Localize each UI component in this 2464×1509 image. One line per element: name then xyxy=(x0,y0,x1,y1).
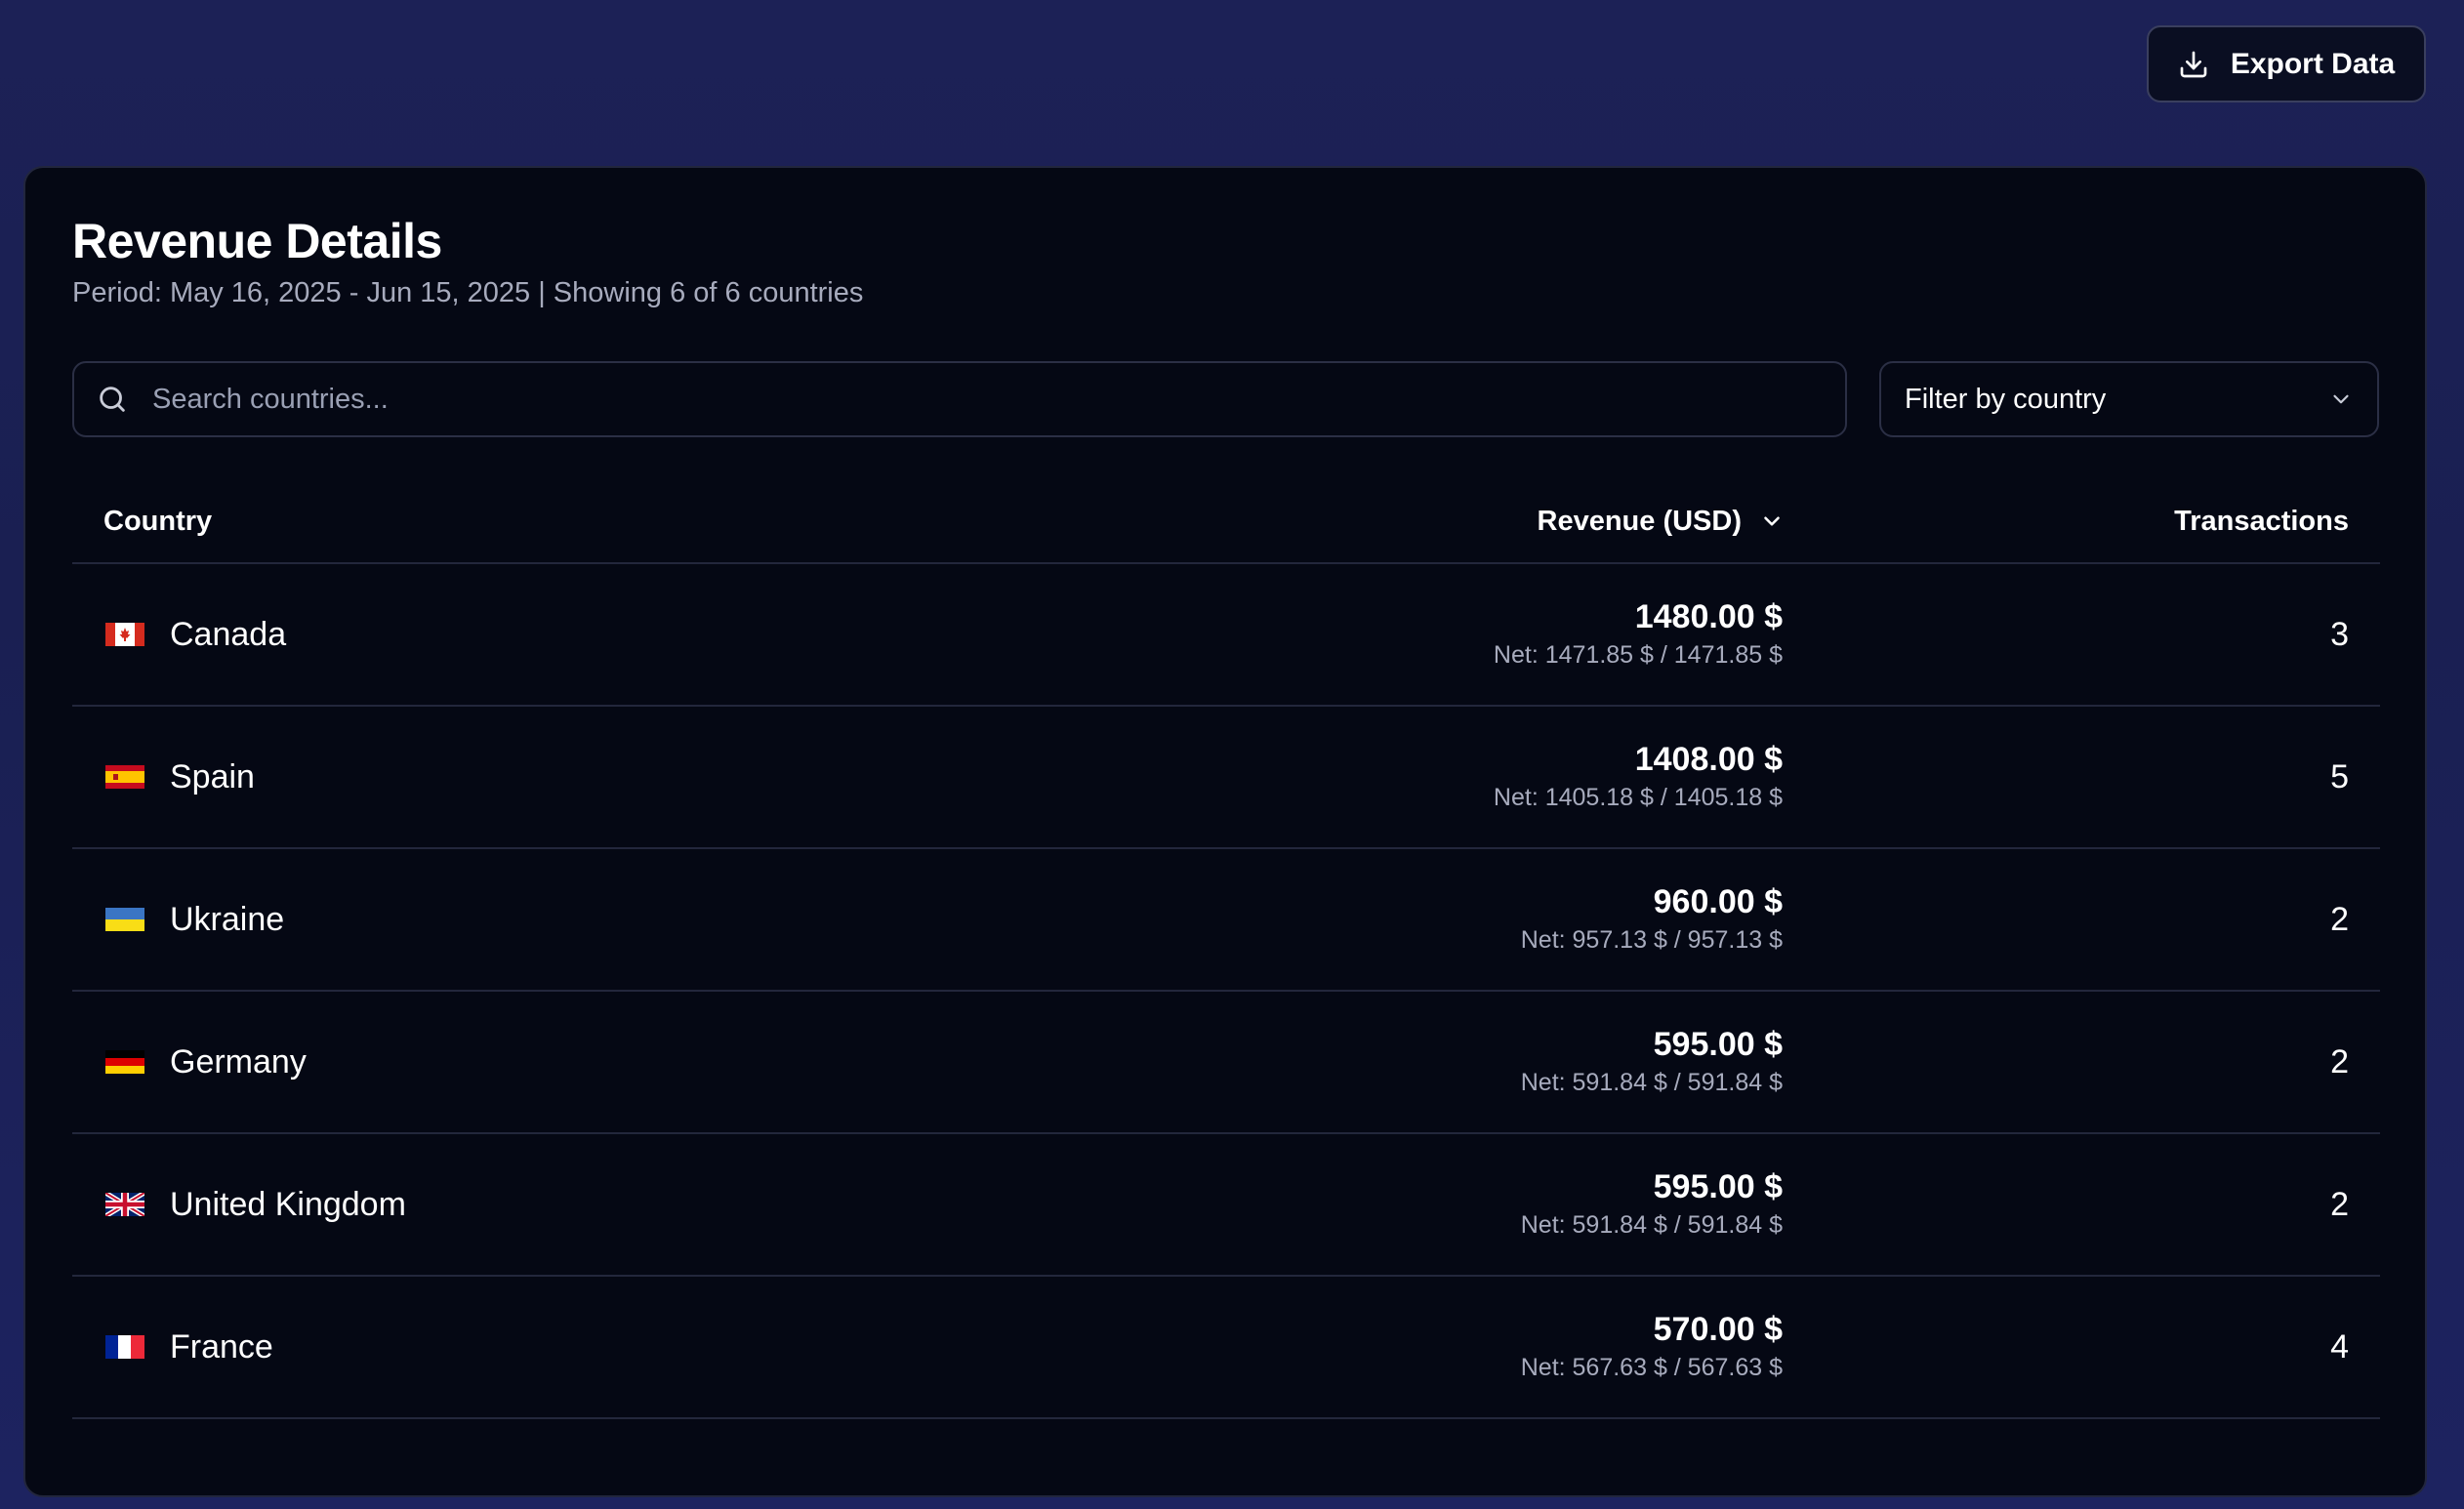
revenue-cell: 595.00 $ Net: 591.84 $ / 591.84 $ xyxy=(1521,1167,1783,1242)
table-row: France 570.00 $ Net: 567.63 $ / 567.63 $… xyxy=(72,1277,2380,1419)
spain-flag-icon xyxy=(105,765,144,789)
column-header-revenue[interactable]: Revenue (USD) xyxy=(1538,480,1786,562)
revenue-cell: 960.00 $ Net: 957.13 $ / 957.13 $ xyxy=(1521,882,1783,957)
transactions-count: 2 xyxy=(2330,1185,2349,1223)
export-data-label: Export Data xyxy=(2230,47,2396,80)
revenue-amount: 595.00 $ xyxy=(1653,1026,1783,1063)
revenue-amount: 595.00 $ xyxy=(1653,1168,1783,1205)
transactions-count: 5 xyxy=(2330,757,2349,795)
country-cell: Germany xyxy=(105,992,307,1132)
country-name: United Kingdom xyxy=(170,1185,406,1223)
sort-chevron-down-icon xyxy=(1764,516,1780,526)
revenue-net: Net: 567.63 $ / 567.63 $ xyxy=(1520,1354,1783,1381)
table-row: Canada 1480.00 $ Net: 1471.85 $ / 1471.8… xyxy=(72,564,2380,707)
table-row: United Kingdom 595.00 $ Net: 591.84 $ / … xyxy=(72,1134,2380,1277)
table-row: Ukraine 960.00 $ Net: 957.13 $ / 957.13 … xyxy=(72,849,2380,992)
column-header-revenue-label: Revenue (USD) xyxy=(1537,505,1743,537)
search-icon xyxy=(100,387,125,412)
uk-flag-icon xyxy=(105,1193,144,1216)
revenue-cell: 1480.00 $ Net: 1471.85 $ / 1471.85 $ xyxy=(1494,597,1783,672)
country-cell: United Kingdom xyxy=(105,1134,406,1275)
download-icon xyxy=(2180,51,2207,77)
table-row: Germany 595.00 $ Net: 591.84 $ / 591.84 … xyxy=(72,992,2380,1134)
france-flag-icon xyxy=(105,1335,144,1359)
page-title: Revenue Details xyxy=(72,214,442,268)
revenue-cell: 570.00 $ Net: 567.63 $ / 567.63 $ xyxy=(1521,1310,1783,1384)
revenue-table-body: Canada 1480.00 $ Net: 1471.85 $ / 1471.8… xyxy=(72,564,2380,1419)
country-cell: Spain xyxy=(105,707,255,847)
country-name: Ukraine xyxy=(170,900,285,938)
country-name: Spain xyxy=(170,757,255,795)
revenue-amount: 960.00 $ xyxy=(1653,883,1783,920)
revenue-net: Net: 591.84 $ / 591.84 $ xyxy=(1520,1069,1783,1096)
revenue-net: Net: 1471.85 $ / 1471.85 $ xyxy=(1493,641,1783,669)
search-input[interactable] xyxy=(150,382,1716,417)
chevron-down-icon xyxy=(2333,394,2349,404)
revenue-net: Net: 591.84 $ / 591.84 $ xyxy=(1520,1211,1783,1239)
country-cell: France xyxy=(105,1277,273,1417)
revenue-details-card: Revenue Details Period: May 16, 2025 - J… xyxy=(23,166,2427,1497)
canada-flag-icon xyxy=(105,623,144,646)
country-name: Germany xyxy=(170,1042,307,1081)
revenue-amount: 1480.00 $ xyxy=(1634,598,1783,635)
revenue-amount: 1408.00 $ xyxy=(1634,741,1783,778)
country-filter-select[interactable]: Filter by country xyxy=(1879,361,2379,437)
table-row: Spain 1408.00 $ Net: 1405.18 $ / 1405.18… xyxy=(72,707,2380,849)
ukraine-flag-icon xyxy=(105,908,144,931)
country-cell: Canada xyxy=(105,564,286,705)
transactions-count: 4 xyxy=(2330,1327,2349,1366)
table-header: Country Revenue (USD) Transactions xyxy=(72,480,2380,564)
transactions-count: 2 xyxy=(2330,1042,2349,1081)
revenue-cell: 1408.00 $ Net: 1405.18 $ / 1405.18 $ xyxy=(1494,740,1783,814)
column-header-transactions: Transactions xyxy=(2174,505,2349,537)
country-name: Canada xyxy=(170,615,287,653)
revenue-net: Net: 957.13 $ / 957.13 $ xyxy=(1520,926,1783,954)
transactions-count: 3 xyxy=(2330,615,2349,653)
revenue-net: Net: 1405.18 $ / 1405.18 $ xyxy=(1493,784,1783,811)
country-filter-label: Filter by country xyxy=(1905,383,2107,415)
period-summary: Period: May 16, 2025 - Jun 15, 2025 | Sh… xyxy=(72,277,864,308)
revenue-amount: 570.00 $ xyxy=(1653,1311,1783,1348)
country-name: France xyxy=(170,1327,273,1366)
column-header-country: Country xyxy=(103,505,213,537)
search-box xyxy=(72,361,1847,437)
revenue-cell: 595.00 $ Net: 591.84 $ / 591.84 $ xyxy=(1521,1025,1783,1099)
export-data-button[interactable]: Export Data xyxy=(2147,25,2426,102)
country-cell: Ukraine xyxy=(105,849,284,990)
transactions-count: 2 xyxy=(2330,900,2349,938)
germany-flag-icon xyxy=(105,1050,144,1074)
